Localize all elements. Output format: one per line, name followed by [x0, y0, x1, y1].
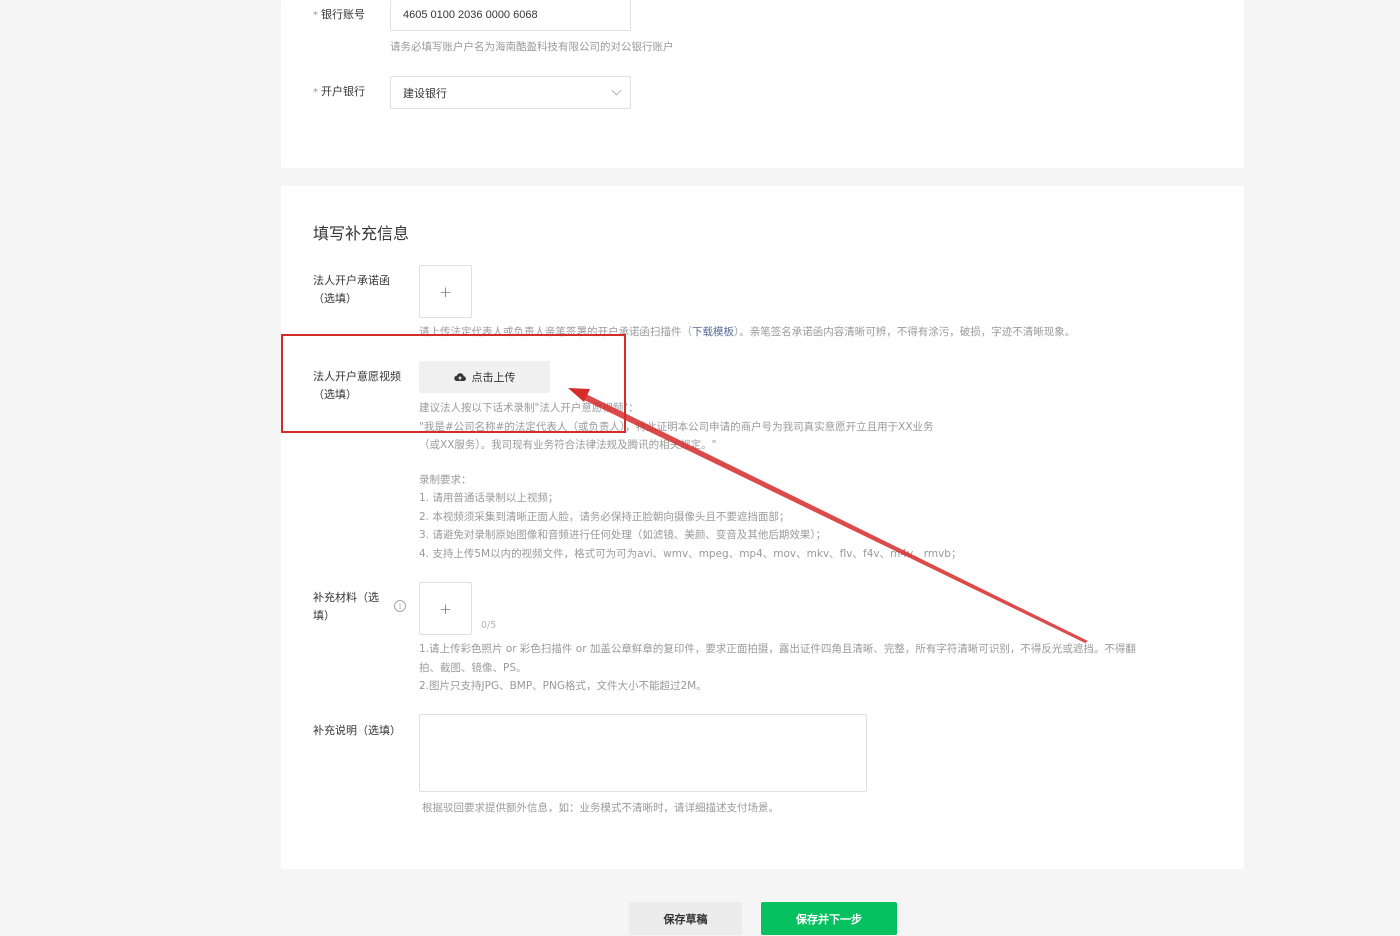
download-template-link[interactable]: 下载模板 [692, 326, 734, 338]
supplementary-note-textarea[interactable] [419, 714, 867, 792]
supplementary-materials-hint: 1.请上传彩色照片 or 彩色扫描件 or 加盖公章鲜章的复印件，要求正面拍摄，… [419, 643, 1136, 692]
supplementary-materials-upload[interactable]: + [419, 582, 472, 635]
bank-account-label: * 银行账号 [313, 8, 365, 21]
chevron-down-icon [611, 85, 622, 95]
commitment-letter-upload[interactable]: + [419, 265, 472, 318]
required-mark: * [313, 87, 318, 98]
info-icon[interactable]: i [394, 600, 406, 612]
bank-account-hint: 请务必填写账户户名为海南酷盈科技有限公司的对公银行账户 [390, 41, 674, 53]
supplementary-materials-label: 补充材料（选 填） [313, 591, 379, 622]
plus-icon: + [439, 599, 452, 618]
bank-name-label: * 开户银行 [313, 85, 365, 98]
save-draft-button[interactable]: 保存草稿 [629, 902, 742, 935]
annotation-highlight-box [281, 334, 626, 433]
supplementary-note-hint: 根据驳回要求提供额外信息，如：业务模式不清晰时，请详细描述支付场景。 [422, 802, 779, 814]
bank-name-value: 建设银行 [403, 87, 447, 100]
upload-count: 0/5 [481, 620, 497, 631]
plus-icon: + [439, 282, 452, 301]
supplementary-note-label: 补充说明（选填） [313, 724, 401, 737]
bank-name-select[interactable]: 建设银行 [390, 76, 631, 109]
bank-account-value: 4605 0100 2036 0000 6068 [403, 9, 538, 21]
required-mark: * [313, 10, 318, 21]
save-next-button[interactable]: 保存并下一步 [761, 902, 897, 935]
page: * 银行账号 4605 0100 2036 0000 6068 请务必填写账户户名… [0, 0, 1400, 936]
section-title: 填写补充信息 [313, 224, 410, 243]
bank-account-input[interactable]: 4605 0100 2036 0000 6068 [390, 0, 631, 31]
commitment-letter-label: 法人开户承诺函 （选填） [313, 274, 390, 305]
